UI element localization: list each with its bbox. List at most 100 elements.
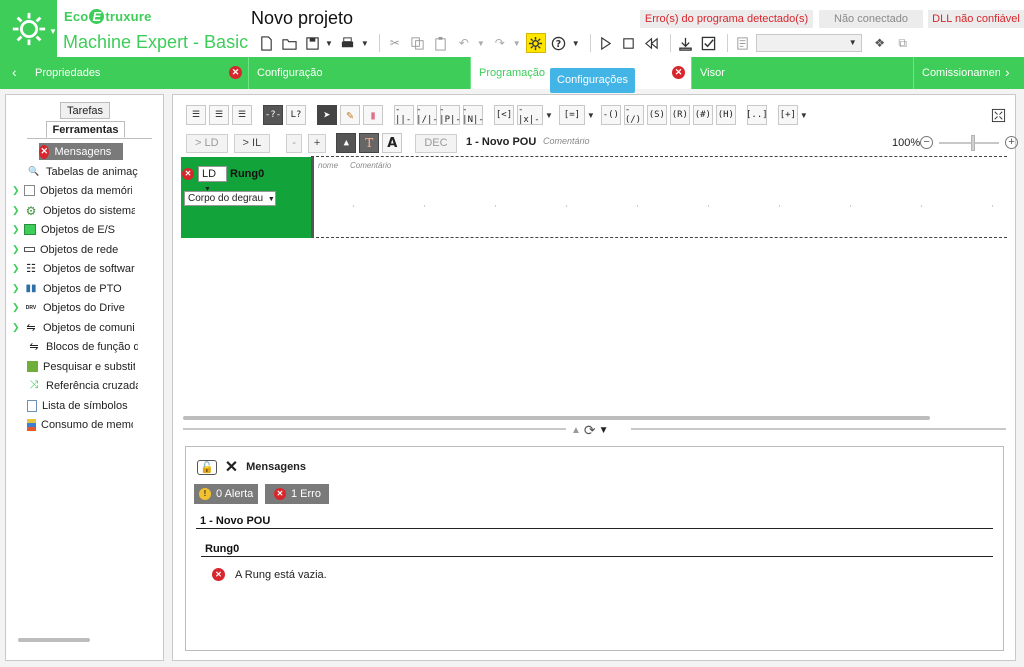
font-size-button[interactable]: A xyxy=(382,133,403,153)
editor-horizontal-scrollbar[interactable] xyxy=(183,416,930,420)
eraser-tool-button[interactable]: ▮ xyxy=(363,105,383,125)
operation-block-button[interactable]: [=] xyxy=(558,105,585,125)
chevron-right-icon[interactable]: ❯ xyxy=(12,205,24,216)
fullscreen-button[interactable] xyxy=(988,105,1008,125)
collapse-up-icon[interactable]: ▲ xyxy=(571,425,581,436)
stop-button[interactable] xyxy=(619,33,639,53)
insert-rung-above-button[interactable]: ☰ xyxy=(186,105,206,125)
tree-item-cross-reference[interactable]: ⤨ Referência cruzada xyxy=(27,377,177,394)
simulator-button[interactable]: ⧉ xyxy=(893,33,913,53)
rung-language-select[interactable]: LD ▼ xyxy=(198,166,227,193)
tree-item-software-objects[interactable]: ❯ ☷ Objetos de software xyxy=(12,260,162,277)
reset-coil-button[interactable]: (R) xyxy=(669,105,690,125)
chevron-down-icon[interactable]: ▼ xyxy=(800,111,808,120)
tree-item-search-replace[interactable]: Pesquisar e substituir xyxy=(27,358,177,375)
chevron-right-icon[interactable]: ❯ xyxy=(12,283,24,294)
chevron-down-icon[interactable]: ▼ xyxy=(325,39,333,48)
no-contact-button[interactable]: -||- xyxy=(394,105,414,125)
font-button[interactable]: T xyxy=(359,133,380,153)
undo-button[interactable]: ↶ xyxy=(454,33,474,53)
falling-edge-button[interactable]: -|N|- xyxy=(462,105,484,125)
zoom-in-icon[interactable]: + xyxy=(1005,136,1019,149)
new-file-button[interactable] xyxy=(256,33,276,53)
tree-item-messages[interactable]: ✕ Mensagens xyxy=(39,143,123,160)
chevron-right-icon[interactable]: ❯ xyxy=(12,263,24,274)
tree-item-memory-usage[interactable]: Consumo de memória xyxy=(27,416,177,433)
cut-button[interactable]: ✂ xyxy=(385,33,405,53)
pou-comment[interactable]: Comentário xyxy=(543,136,590,146)
chevron-down-icon[interactable]: ▼ xyxy=(545,111,553,120)
set-coil-button[interactable]: (S) xyxy=(646,105,667,125)
coil-button[interactable]: -() xyxy=(600,105,621,125)
rewind-button[interactable] xyxy=(642,33,662,53)
comparison-block-button[interactable]: [<] xyxy=(494,105,514,125)
save-button[interactable] xyxy=(302,33,322,53)
errors-filter-button[interactable]: ✕ 1 Erro xyxy=(265,484,329,504)
open-folder-button[interactable] xyxy=(279,33,299,53)
chevron-right-icon[interactable]: ❯ xyxy=(12,224,24,235)
controller-select[interactable] xyxy=(755,34,862,52)
settings-button[interactable] xyxy=(525,33,546,53)
nc-contact-button[interactable]: -|/|- xyxy=(416,105,438,125)
app-menu-button[interactable]: ▼ xyxy=(0,0,57,57)
chevron-down-icon[interactable]: ▼ xyxy=(477,39,485,48)
paste-button[interactable] xyxy=(431,33,451,53)
tab-commissioning[interactable]: Comissionament xyxy=(914,57,1000,89)
tree-item-memory-objects[interactable]: ❯ Objetos da memória xyxy=(12,182,162,199)
close-icon[interactable]: ✕ xyxy=(225,457,238,477)
show-comments-button[interactable]: ▲ xyxy=(336,133,357,153)
download-button[interactable] xyxy=(676,33,696,53)
tab-scroll-left-icon[interactable]: ‹ xyxy=(12,57,17,89)
chevron-right-icon[interactable]: ❯ xyxy=(12,322,24,333)
function-block-button[interactable]: -|x|- xyxy=(517,105,543,125)
chevron-down-icon[interactable]: ▼ xyxy=(361,39,369,48)
rung-body-select[interactable]: Corpo do degrau ▼ xyxy=(184,191,276,206)
redo-button[interactable]: ↷ xyxy=(490,33,510,53)
tab-tasks[interactable]: Tarefas xyxy=(60,102,110,119)
chevron-down-icon[interactable]: ▼ xyxy=(587,111,595,120)
program-errors-status[interactable]: Erro(s) do programa detectado(s) xyxy=(640,10,813,28)
chevron-right-icon[interactable]: ❯ xyxy=(12,244,24,255)
tree-item-animation-tables[interactable]: 🔍 Tabelas de animação xyxy=(27,163,177,180)
decimal-format-button[interactable]: DEC xyxy=(415,133,457,153)
comment-mode-button[interactable]: L? xyxy=(286,105,306,125)
tools-panel-scrollbar[interactable] xyxy=(18,638,90,642)
expand-button[interactable]: + xyxy=(307,133,327,153)
connect-button[interactable]: ❖ xyxy=(870,33,890,53)
chevron-down-icon[interactable]: ▼ xyxy=(572,39,580,48)
tree-item-pto-objects[interactable]: ❯ ▮▮ Objetos de PTO xyxy=(12,280,162,297)
negated-coil-button[interactable]: -(/) xyxy=(623,105,644,125)
tree-item-symbol-list[interactable]: Lista de símbolos xyxy=(27,397,177,414)
run-button[interactable] xyxy=(596,33,616,53)
rising-edge-button[interactable]: -|P|- xyxy=(439,105,461,125)
copy-button[interactable] xyxy=(408,33,428,53)
help-button[interactable]: ? xyxy=(549,33,569,53)
tree-item-network-objects[interactable]: ❯ Objetos de rede xyxy=(12,241,162,258)
tab-display[interactable]: Visor xyxy=(692,57,914,89)
rung-grid[interactable] xyxy=(314,176,1004,237)
check-button[interactable] xyxy=(699,33,719,53)
print-button[interactable] xyxy=(338,33,358,53)
chevron-right-icon[interactable]: ❯ xyxy=(12,302,24,313)
delete-rung-button[interactable]: ☰ xyxy=(232,105,252,125)
tab-configuration[interactable]: Configuração xyxy=(249,57,471,89)
tab-tools[interactable]: Ferramentas xyxy=(46,121,125,138)
report-button[interactable] xyxy=(733,33,753,53)
select-tool-button[interactable]: ➤ xyxy=(317,105,337,125)
tree-item-system-objects[interactable]: ❯ ⚙ Objetos do sistema xyxy=(12,202,162,219)
insert-rung-below-button[interactable]: ☰ xyxy=(209,105,229,125)
tree-item-function-blocks[interactable]: ⇋ Blocos de função definidos xyxy=(27,338,177,355)
rung-name[interactable]: Rung0 xyxy=(230,168,264,180)
chevron-right-icon[interactable]: ❯ xyxy=(12,185,24,196)
convert-to-ld-button[interactable]: > LD xyxy=(186,133,228,153)
halt-coil-button[interactable]: (H) xyxy=(715,105,736,125)
draw-tool-button[interactable]: ✎ xyxy=(340,105,360,125)
tree-item-communication-objects[interactable]: ❯ ⇋ Objetos de comunicação xyxy=(12,319,162,336)
convert-to-il-button[interactable]: > IL xyxy=(233,133,271,153)
horizontal-line-button[interactable]: [..] xyxy=(746,105,768,125)
zoom-slider-thumb[interactable] xyxy=(971,134,976,151)
tab-properties[interactable]: Propriedades xyxy=(27,57,249,89)
unlock-icon[interactable]: 🔓 xyxy=(197,459,217,475)
tree-item-io-objects[interactable]: ❯ Objetos de E/S xyxy=(12,221,162,238)
expand-down-icon[interactable]: ▼ xyxy=(599,425,609,436)
